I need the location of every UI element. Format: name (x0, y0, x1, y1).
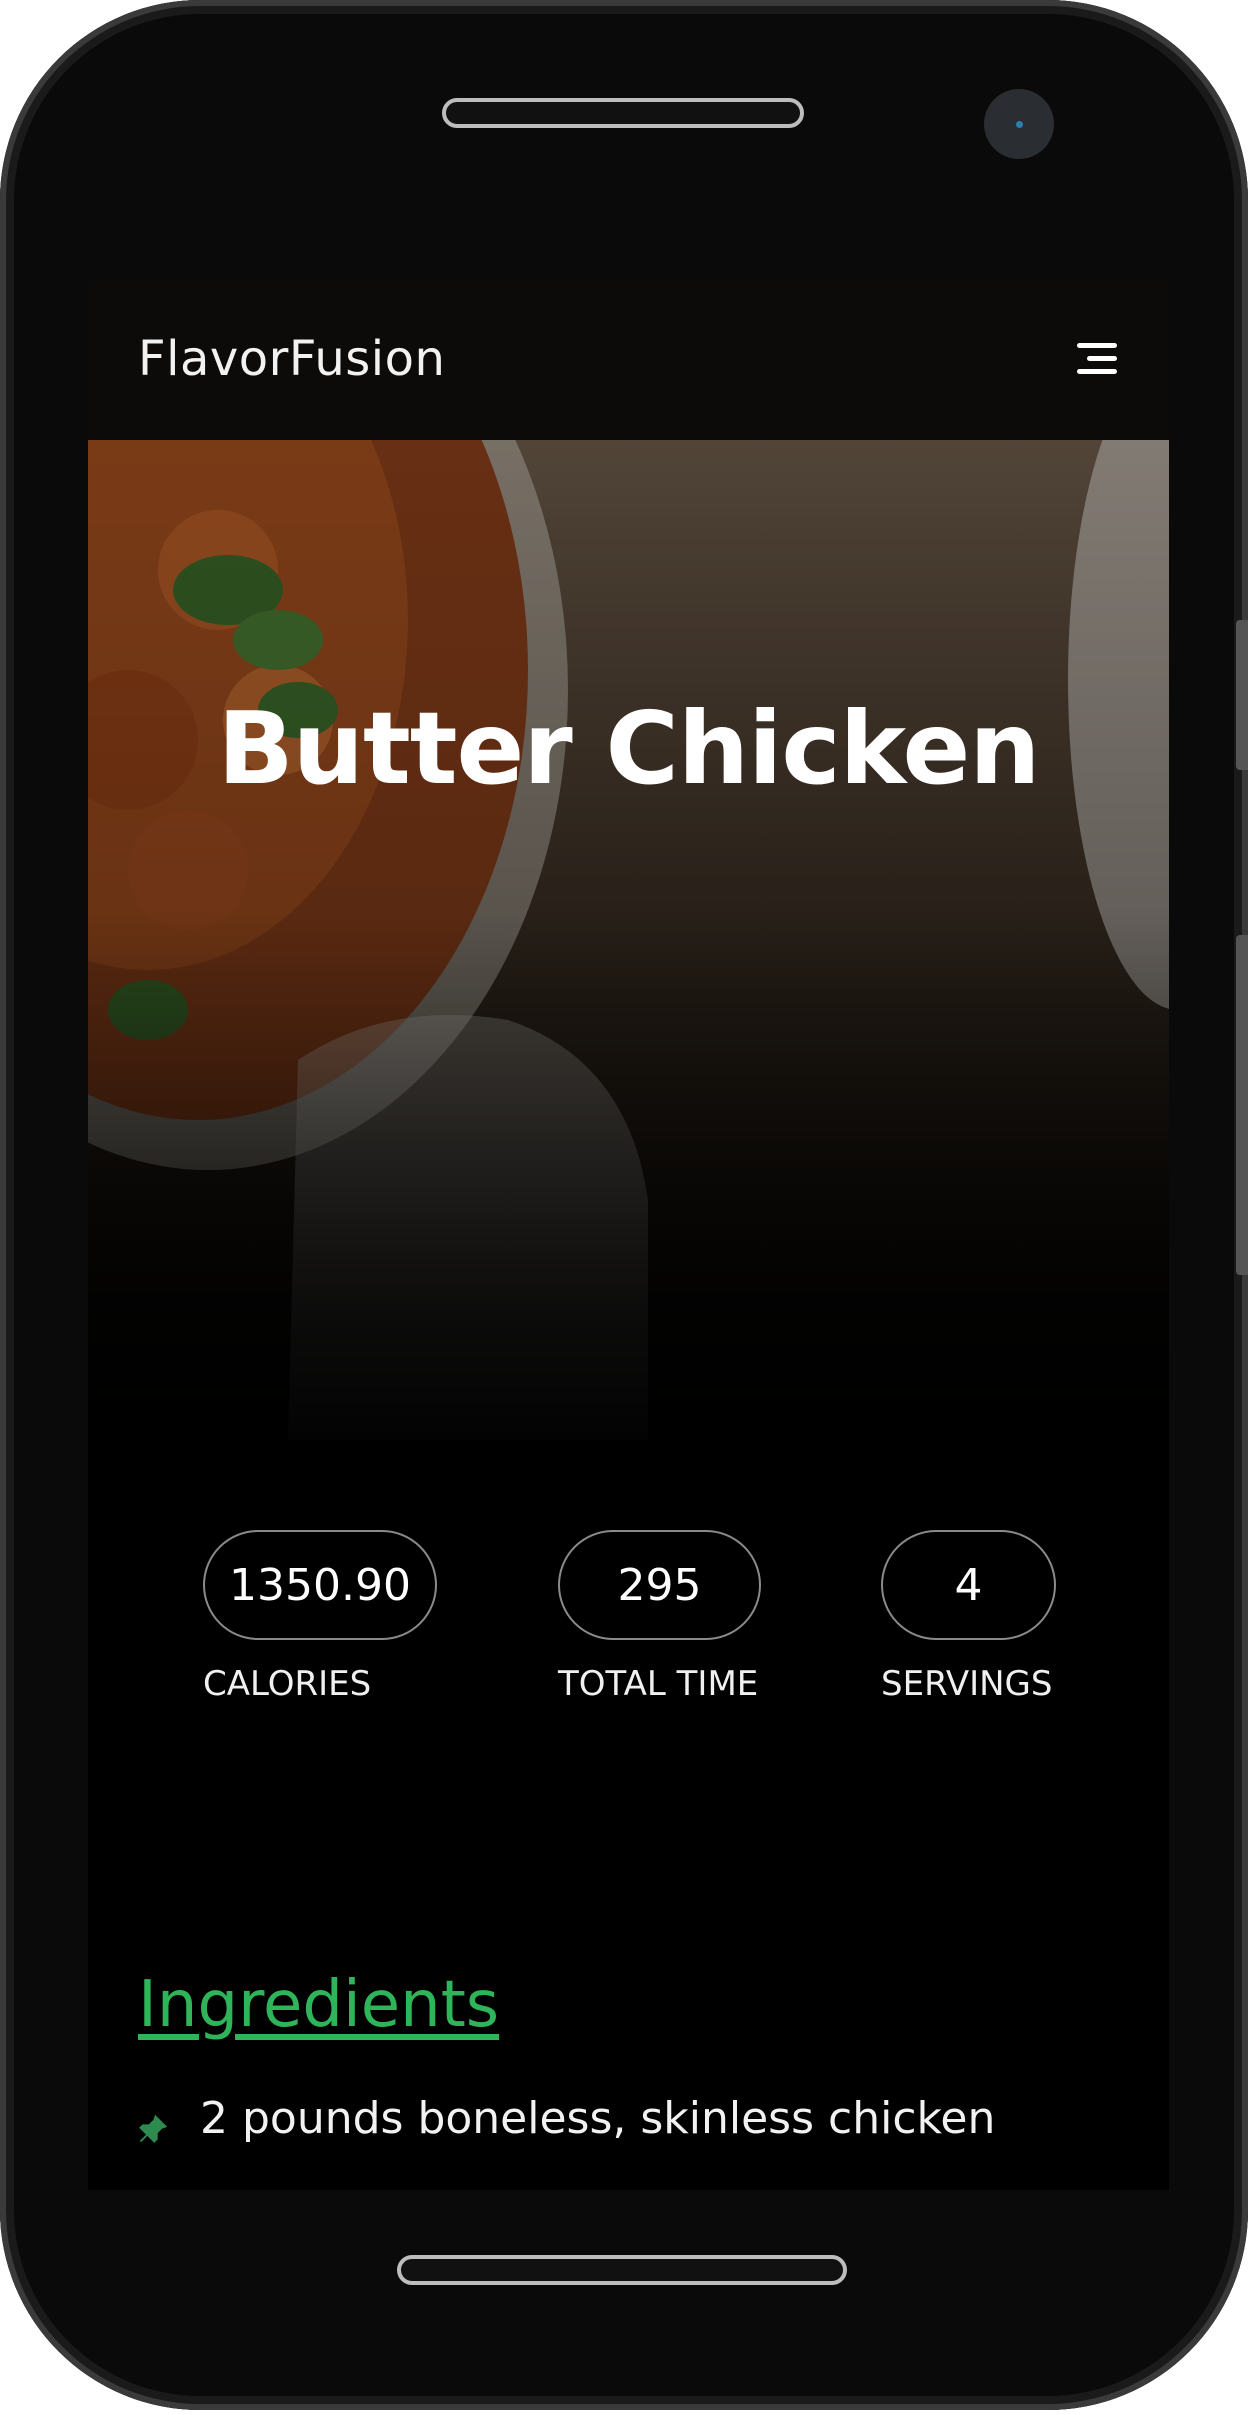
volume-button (1236, 620, 1248, 770)
servings-value: 4 (881, 1530, 1056, 1640)
brand-logo[interactable]: FlavorFusion (138, 331, 445, 387)
hero-banner: Butter Chicken (88, 440, 1169, 1490)
power-button (1236, 935, 1248, 1275)
ingredient-text: 2 pounds boneless, skinless chicken (200, 2093, 996, 2144)
calories-label: CALORIES (203, 1664, 372, 1704)
home-button[interactable] (397, 2255, 847, 2285)
hamburger-menu-icon[interactable] (1075, 339, 1117, 379)
stat-calories: 1350.90 CALORIES (203, 1530, 437, 1704)
front-camera (984, 89, 1054, 159)
app-screen: FlavorFusion Butter Chicken 1350.90 CALO… (88, 278, 1169, 2190)
phone-frame: FlavorFusion Butter Chicken 1350.90 CALO… (0, 0, 1248, 2410)
pin-icon (138, 2104, 168, 2143)
calories-value: 1350.90 (203, 1530, 437, 1640)
earpiece-speaker (442, 98, 804, 128)
navbar: FlavorFusion (88, 278, 1169, 440)
stat-total-time: 295 TOTAL TIME (558, 1530, 761, 1704)
total-time-value: 295 (558, 1530, 761, 1640)
recipe-title: Butter Chicken (217, 690, 1041, 807)
list-item: 2 pounds boneless, skinless chicken (138, 2093, 995, 2144)
total-time-label: TOTAL TIME (558, 1664, 759, 1704)
servings-label: SERVINGS (881, 1664, 1053, 1704)
ingredients-heading[interactable]: Ingredients (138, 1968, 499, 2042)
stat-servings: 4 SERVINGS (881, 1530, 1056, 1704)
recipe-stats: 1350.90 CALORIES 295 TOTAL TIME 4 SERVIN… (88, 1530, 1169, 1730)
